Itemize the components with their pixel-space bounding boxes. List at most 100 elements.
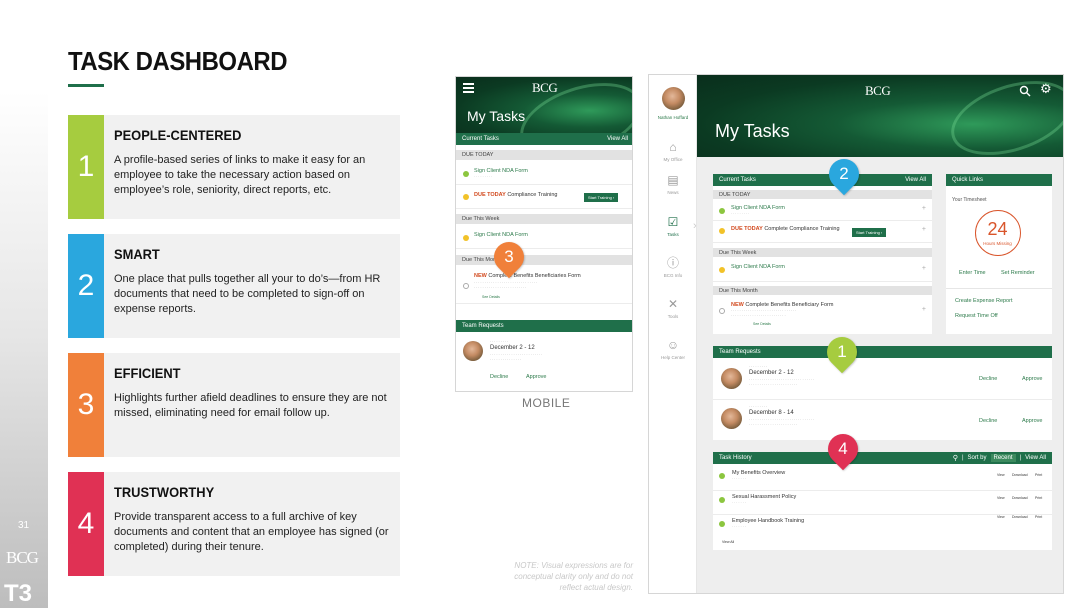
feature-card-efficient: 3 EFFICIENT Highlights further afield de… [68,353,400,457]
task-row[interactable]: DUE TODAY Compliance Training Start Trai… [456,185,632,209]
task-label: Complete Benefits Beneficiary Form [745,302,834,308]
due-today-header: DUE TODAY [456,150,632,160]
start-training-button[interactable]: Start Training › [852,228,887,237]
due-today-tag: DUE TODAY [474,192,506,198]
request-time-off-link[interactable]: Request Time Off [955,313,998,319]
status-dot [719,521,725,527]
status-dot [719,473,725,479]
approve-link[interactable]: Approve [1022,376,1043,382]
search-icon[interactable] [1019,84,1031,97]
task-label: Complete Benefits Beneficiaries Form [488,273,581,279]
add-icon[interactable]: + [922,205,926,212]
start-training-button[interactable]: Start Training › [584,193,619,202]
download-link[interactable]: Download [1012,473,1028,477]
print-link[interactable]: Print [1035,515,1042,519]
desktop-hero-banner: BCG ⚙ My Tasks [697,75,1063,157]
add-icon[interactable]: + [922,226,926,233]
task-row[interactable]: DUE TODAY Complete Compliance Training S… [713,221,932,243]
mobile-logo: BCG [532,80,558,95]
hours-missing-label: Hours Missing [983,241,1012,246]
view-link[interactable]: View [997,515,1005,519]
due-week-header: Due This Week [713,248,932,257]
print-link[interactable]: Print [1035,496,1042,500]
task-row[interactable]: Sign Client NDA Form [456,227,632,249]
office-icon: ⌂ [669,140,677,154]
mobile-mockup: BCG My Tasks Current Tasks View All DUE … [455,76,633,392]
task-row[interactable]: NEW Complete Benefits Beneficiary Form ·… [713,298,932,330]
callout-pin-1: 1 [820,330,864,374]
view-all-link[interactable]: View All [905,177,926,183]
feature-card-smart: 2 SMART One place that pulls together al… [68,234,400,338]
create-expense-link[interactable]: Create Expense Report [955,298,1012,304]
see-details-link[interactable]: See Details [482,295,500,299]
add-icon[interactable]: + [922,306,926,313]
task-history-label: Task History [719,455,752,461]
sidebar-item-tools[interactable]: ✕ Tools [649,297,697,319]
task-label: Complete Compliance Training [764,226,840,232]
user-avatar[interactable] [662,87,685,110]
current-tasks-label: Current Tasks [719,177,756,183]
due-today-tag: DUE TODAY [731,226,763,232]
see-details-link[interactable]: See Details [753,322,771,326]
task-row[interactable]: Sign Client NDA Form · · · · · · · · · [456,163,632,185]
mobile-team-requests-header: Team Requests [456,320,632,332]
approve-link[interactable]: Approve [1022,418,1043,424]
tools-icon: ✕ [667,297,679,311]
task-row[interactable]: NEW Complete Benefits Beneficiaries Form… [456,268,632,304]
enter-time-link[interactable]: Enter Time [959,270,986,276]
history-view-all-link[interactable]: View All [1025,455,1046,461]
title-underline [68,84,104,87]
request-date: December 2 - 12 [749,370,794,376]
task-label: Sign Client NDA Form [474,232,528,238]
feature-description: A profile-based series of links to make … [114,154,366,196]
sidebar-item-my-office[interactable]: ⌂ My Office [649,140,697,162]
hamburger-icon[interactable] [463,83,474,93]
history-row[interactable]: My Benefits Overview · · · · · · · View … [713,467,1052,491]
task-row[interactable]: Sign Client NDA Form · · · · · · · · · + [713,201,932,221]
current-tasks-header: Current Tasks View All [713,174,932,186]
callout-pin-3: 3 [487,235,531,279]
team-request-item: · · · · · · · · · December 2 - 12 · · · … [713,362,1052,400]
history-view-all-bottom-link[interactable]: View All [722,540,734,544]
decline-link[interactable]: Decline [490,374,508,380]
due-today-header: DUE TODAY [713,190,932,199]
hours-missing-badge[interactable]: 24 Hours Missing [975,210,1021,256]
page-number: 31 [18,520,30,531]
due-week-header: Due This Week [456,214,632,224]
history-row[interactable]: Sexual Harassment Policy · · · · · · · V… [713,491,1052,515]
sidebar-item-news[interactable]: ▤ News [649,173,697,195]
feature-number: 4 [68,472,104,576]
print-link[interactable]: Print [1035,473,1042,477]
team-requests-label: Team Requests [462,323,504,329]
history-search-icon[interactable]: ⚲ [953,454,958,462]
feature-card-people-centered: 1 PEOPLE-CENTERED A profile-based series… [68,115,400,219]
sidebar-item-bcg-info[interactable]: ⓘ BCG Info [649,256,697,278]
desktop-mockup: Nathan Hoffard ⌂ My Office ▤ News ☑ Tasks ⓘ… [648,74,1064,594]
view-all-link[interactable]: View All [607,136,628,142]
view-link[interactable]: View [997,496,1005,500]
history-row[interactable]: Employee Handbook Training · · · · · · ·… [713,515,1052,539]
sidebar-item-help-center[interactable]: ☺ Help Center [649,338,697,360]
download-link[interactable]: Download [1012,496,1028,500]
sort-by-label: Sort by [967,455,987,461]
view-link[interactable]: View [997,473,1005,477]
task-history-panel: Task History ⚲ | Sort by Recent | View A… [713,452,1052,550]
hours-missing-value: 24 [987,219,1008,239]
add-icon[interactable]: + [922,265,926,272]
user-name: Nathan Hoffard [657,115,689,120]
decline-link[interactable]: Decline [979,376,997,382]
set-reminder-link[interactable]: Set Reminder [1001,270,1035,276]
gear-icon[interactable]: ⚙ [1040,82,1052,96]
approve-link[interactable]: Approve [526,374,547,380]
request-date: December 8 - 14 [749,410,794,416]
decline-link[interactable]: Decline [979,418,997,424]
avatar [463,341,483,361]
download-link[interactable]: Download [1012,515,1028,519]
status-dot [463,194,469,200]
sort-select[interactable]: Recent [990,454,1016,462]
sidebar-item-tasks[interactable]: ☑ Tasks [649,215,697,237]
status-dot [719,208,725,214]
brand-sub-logo: T3 [4,580,33,607]
callout-pin-2: 2 [822,152,866,196]
task-row[interactable]: Sign Client NDA Form + [713,260,932,282]
